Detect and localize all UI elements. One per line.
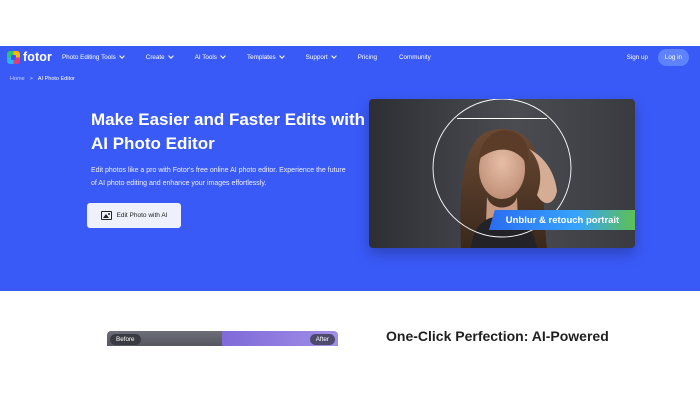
breadcrumb-separator: >: [29, 76, 33, 82]
hero-description: Edit photos like a pro with Fotor's free…: [91, 167, 346, 187]
chevron-down-icon: [118, 53, 125, 59]
login-button[interactable]: Log in: [658, 48, 689, 66]
fotor-logo[interactable]: fotor: [7, 46, 52, 68]
nav-item-support[interactable]: Support: [305, 53, 337, 61]
breadcrumb-current: AI Photo Editor: [37, 76, 75, 82]
chevron-down-icon: [330, 53, 337, 59]
nav-item-photo-editing-tools[interactable]: Photo Editing Tools: [61, 53, 125, 61]
top-whitespace: [0, 0, 700, 46]
before-tag: Before: [110, 334, 141, 345]
section-heading: One-Click Perfection: AI-Powered: [386, 328, 609, 344]
nav-item-ai-tools[interactable]: AI Tools: [194, 53, 226, 61]
feature-ribbon: Unblur & retouch portrait: [489, 210, 635, 230]
image-edit-icon: [100, 211, 112, 220]
feature-section: Before After One-Click Perfection: AI-Po…: [0, 291, 700, 393]
fotor-logo-icon: [7, 50, 20, 64]
main-navbar: fotor Photo Editing Tools Create AI Tool…: [0, 46, 700, 68]
ring-top-bar: [457, 118, 547, 119]
nav-item-label: Support: [305, 53, 328, 61]
nav-item-label: Community: [398, 53, 431, 61]
chevron-down-icon: [220, 53, 226, 59]
nav-item-create[interactable]: Create: [145, 53, 174, 61]
nav-item-label: Create: [145, 53, 165, 61]
after-tag: After: [309, 334, 335, 345]
nav-item-pricing[interactable]: Pricing: [358, 54, 377, 61]
nav-item-label: Photo Editing Tools: [61, 53, 116, 61]
before-image: Before: [107, 331, 222, 346]
signup-link[interactable]: Sign up: [627, 54, 648, 61]
nav-item-label: Pricing: [357, 53, 377, 61]
hero-section: Home > AI Photo Editor Make Easier and F…: [0, 68, 700, 291]
before-after-slider[interactable]: Before After: [107, 331, 338, 346]
nav-item-templates[interactable]: Templates: [246, 53, 285, 61]
nav-account: Sign up Log in: [627, 48, 689, 66]
nav-item-community[interactable]: Community: [399, 54, 431, 61]
edit-photo-with-ai-button[interactable]: Edit Photo with AI: [87, 203, 181, 228]
page-title: Make Easier and Faster Edits with AI Pho…: [91, 110, 365, 153]
nav-menu: Photo Editing Tools Create AI Tools Temp…: [61, 53, 453, 61]
nav-item-label: AI Tools: [194, 53, 217, 61]
logo-text: fotor: [23, 50, 52, 64]
chevron-down-icon: [278, 53, 285, 59]
cta-label: Edit Photo with AI: [116, 212, 168, 219]
chevron-down-icon: [167, 53, 174, 59]
ribbon-text: Unblur & retouch portrait: [505, 214, 620, 226]
after-image: After: [222, 331, 338, 346]
nav-item-label: Templates: [246, 53, 276, 61]
breadcrumb-home-link[interactable]: Home: [10, 76, 25, 82]
breadcrumb: Home > AI Photo Editor: [10, 76, 75, 82]
hero-showcase-card: Unblur & retouch portrait: [369, 99, 635, 248]
